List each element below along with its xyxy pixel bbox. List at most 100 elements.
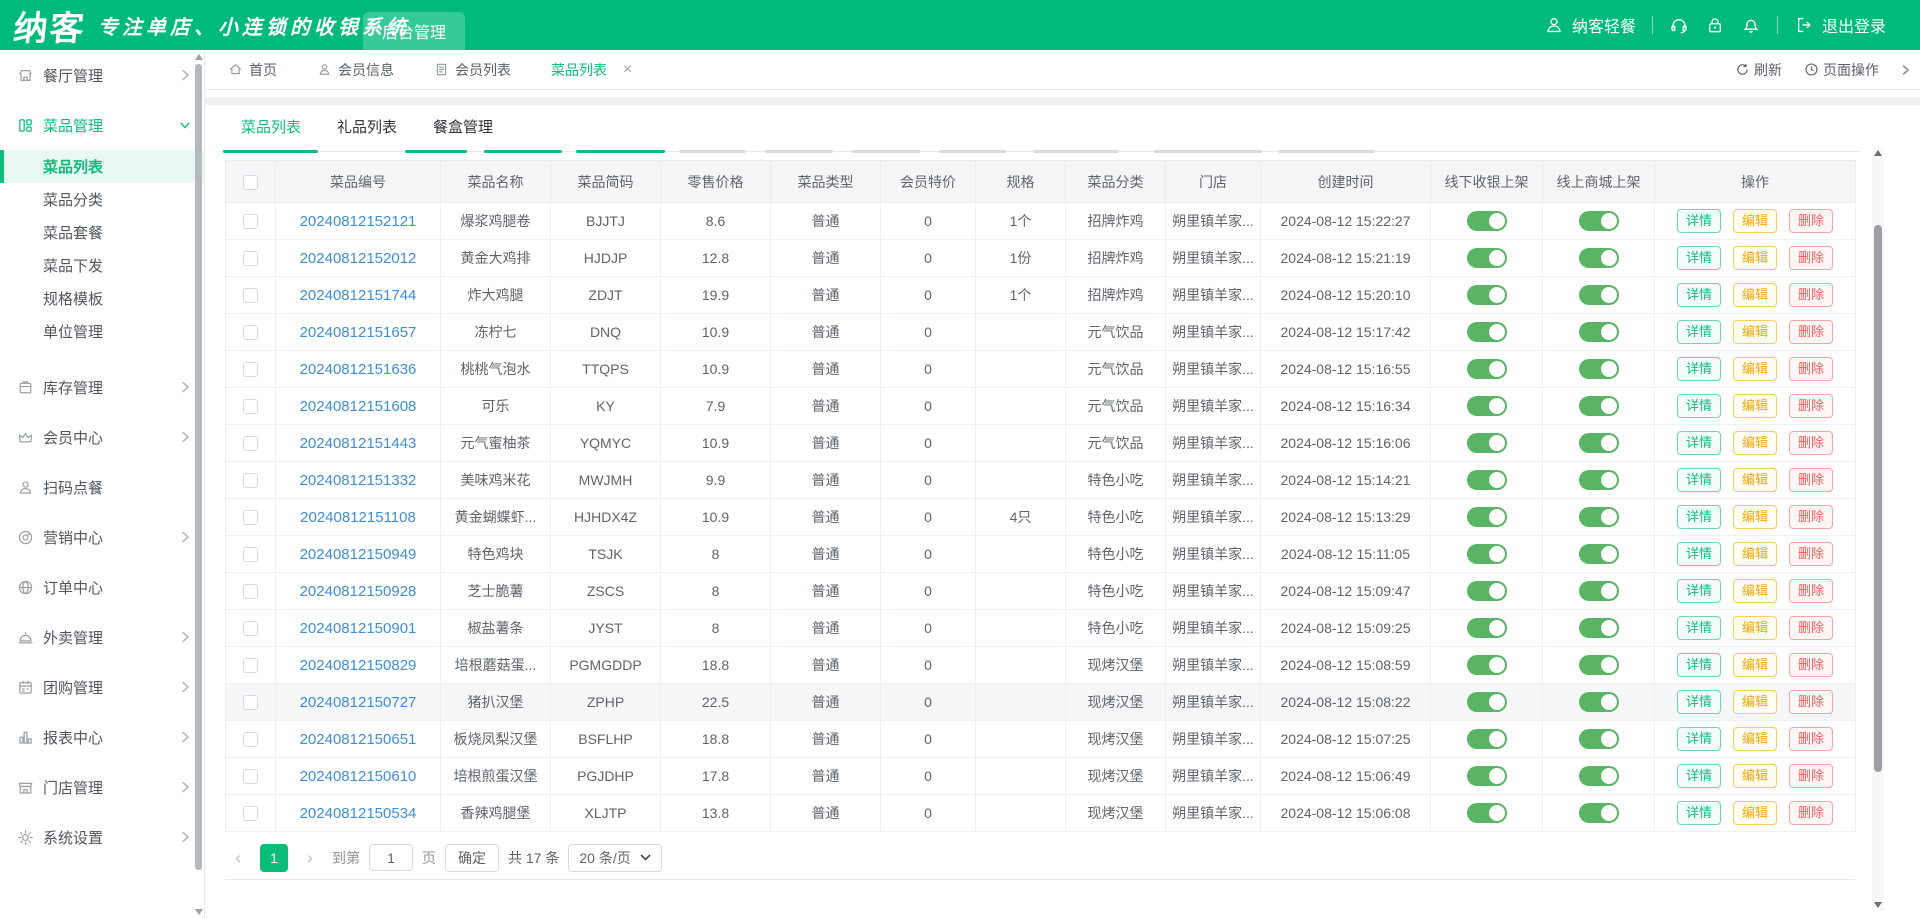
sidebar-subitem[interactable]: 菜品套餐 xyxy=(0,216,204,249)
dish-id-link[interactable]: 20240812151443 xyxy=(300,435,417,452)
dish-id-link[interactable]: 20240812150727 xyxy=(300,694,417,711)
sidebar-item-3[interactable]: 库存管理 xyxy=(0,362,204,412)
refresh-button[interactable]: 刷新 xyxy=(1735,60,1782,80)
detail-button[interactable]: 详情 xyxy=(1676,320,1721,344)
delete-button[interactable]: 删除 xyxy=(1789,690,1834,714)
sidebar-item-6[interactable]: 营销中心 xyxy=(0,512,204,562)
detail-button[interactable]: 详情 xyxy=(1676,394,1721,418)
edit-button[interactable]: 编辑 xyxy=(1732,431,1777,455)
delete-button[interactable]: 删除 xyxy=(1789,468,1834,492)
toggle-switch[interactable] xyxy=(1466,433,1507,453)
toggle-switch[interactable] xyxy=(1578,211,1619,231)
toggle-switch[interactable] xyxy=(1578,359,1619,379)
delete-button[interactable]: 删除 xyxy=(1789,653,1834,677)
detail-button[interactable]: 详情 xyxy=(1676,357,1721,381)
prev-page-icon[interactable]: ‹ xyxy=(225,848,251,868)
delete-button[interactable]: 删除 xyxy=(1789,616,1834,640)
sidebar-item-5[interactable]: 扫码点餐 xyxy=(0,462,204,512)
toggle-switch[interactable] xyxy=(1578,803,1619,823)
sidebar-item-7[interactable]: 订单中心 xyxy=(0,562,204,612)
dish-id-link[interactable]: 20240812152012 xyxy=(300,250,417,267)
row-checkbox[interactable] xyxy=(243,621,258,637)
detail-button[interactable]: 详情 xyxy=(1676,542,1721,566)
scrollbar-thumb[interactable] xyxy=(1874,225,1882,772)
delete-button[interactable]: 删除 xyxy=(1789,283,1834,307)
tabbar-tab-3[interactable]: 会员列表 xyxy=(434,60,511,80)
toggle-switch[interactable] xyxy=(1466,803,1507,823)
detail-button[interactable]: 详情 xyxy=(1676,690,1721,714)
detail-button[interactable]: 详情 xyxy=(1676,283,1721,307)
nav-tab-backoffice[interactable]: 后台管理 xyxy=(363,12,465,50)
row-checkbox[interactable] xyxy=(243,473,258,489)
scroll-down-icon[interactable] xyxy=(194,909,203,915)
row-checkbox[interactable] xyxy=(243,399,258,415)
row-checkbox[interactable] xyxy=(243,362,258,378)
dish-id-link[interactable]: 20240812150534 xyxy=(300,805,417,822)
goto-page-input[interactable] xyxy=(369,844,413,871)
dish-id-link[interactable]: 20240812151332 xyxy=(300,472,417,489)
scroll-up-icon[interactable] xyxy=(1874,150,1882,156)
toggle-switch[interactable] xyxy=(1466,396,1507,416)
row-checkbox[interactable] xyxy=(243,806,258,822)
edit-button[interactable]: 编辑 xyxy=(1732,209,1777,233)
detail-button[interactable]: 详情 xyxy=(1676,579,1721,603)
toggle-switch[interactable] xyxy=(1466,729,1507,749)
toggle-switch[interactable] xyxy=(1578,433,1619,453)
detail-button[interactable]: 详情 xyxy=(1676,246,1721,270)
row-checkbox[interactable] xyxy=(243,510,258,526)
row-checkbox[interactable] xyxy=(243,436,258,452)
detail-button[interactable]: 详情 xyxy=(1676,616,1721,640)
toggle-switch[interactable] xyxy=(1466,655,1507,675)
toggle-switch[interactable] xyxy=(1578,507,1619,527)
page-number-current[interactable]: 1 xyxy=(260,843,288,872)
delete-button[interactable]: 删除 xyxy=(1789,357,1834,381)
delete-button[interactable]: 删除 xyxy=(1789,394,1834,418)
detail-button[interactable]: 详情 xyxy=(1676,653,1721,677)
content-tab-3[interactable]: 餐盒管理 xyxy=(415,105,511,150)
sidebar-subitem[interactable]: 规格模板 xyxy=(0,282,204,315)
headset-icon[interactable] xyxy=(1669,15,1689,35)
edit-button[interactable]: 编辑 xyxy=(1732,801,1777,825)
toggle-switch[interactable] xyxy=(1578,766,1619,786)
dish-id-link[interactable]: 20240812151108 xyxy=(300,509,416,526)
detail-button[interactable]: 详情 xyxy=(1676,764,1721,788)
toggle-switch[interactable] xyxy=(1466,507,1507,527)
scrollbar-thumb[interactable] xyxy=(195,64,202,870)
row-checkbox[interactable] xyxy=(243,288,258,304)
detail-button[interactable]: 详情 xyxy=(1676,801,1721,825)
sidebar-item-8[interactable]: 外卖管理 xyxy=(0,612,204,662)
edit-button[interactable]: 编辑 xyxy=(1732,727,1777,751)
edit-button[interactable]: 编辑 xyxy=(1732,653,1777,677)
delete-button[interactable]: 删除 xyxy=(1789,801,1834,825)
delete-button[interactable]: 删除 xyxy=(1789,727,1834,751)
dish-id-link[interactable]: 20240812150651 xyxy=(300,731,417,748)
delete-button[interactable]: 删除 xyxy=(1789,246,1834,270)
dish-id-link[interactable]: 20240812151657 xyxy=(300,324,417,341)
toggle-switch[interactable] xyxy=(1466,766,1507,786)
edit-button[interactable]: 编辑 xyxy=(1732,690,1777,714)
sidebar-item-11[interactable]: 门店管理 xyxy=(0,762,204,812)
edit-button[interactable]: 编辑 xyxy=(1732,357,1777,381)
dish-id-link[interactable]: 20240812151744 xyxy=(300,287,417,304)
edit-button[interactable]: 编辑 xyxy=(1732,246,1777,270)
row-checkbox[interactable] xyxy=(243,325,258,341)
sidebar-item-10[interactable]: 报表中心 xyxy=(0,712,204,762)
edit-button[interactable]: 编辑 xyxy=(1732,505,1777,529)
toggle-switch[interactable] xyxy=(1466,322,1507,342)
scroll-down-icon[interactable] xyxy=(1874,902,1882,908)
row-checkbox[interactable] xyxy=(243,214,258,230)
scroll-up-icon[interactable] xyxy=(194,54,203,60)
toggle-switch[interactable] xyxy=(1466,581,1507,601)
row-checkbox[interactable] xyxy=(243,584,258,600)
detail-button[interactable]: 详情 xyxy=(1676,505,1721,529)
edit-button[interactable]: 编辑 xyxy=(1732,542,1777,566)
dish-id-link[interactable]: 20240812150949 xyxy=(300,546,417,563)
edit-button[interactable]: 编辑 xyxy=(1732,579,1777,603)
tabbar-tab-1[interactable]: 首页 xyxy=(228,60,277,80)
row-checkbox[interactable] xyxy=(243,695,258,711)
edit-button[interactable]: 编辑 xyxy=(1732,283,1777,307)
toggle-switch[interactable] xyxy=(1466,692,1507,712)
toggle-switch[interactable] xyxy=(1578,581,1619,601)
toggle-switch[interactable] xyxy=(1578,692,1619,712)
dish-id-link[interactable]: 20240812150610 xyxy=(300,768,417,785)
